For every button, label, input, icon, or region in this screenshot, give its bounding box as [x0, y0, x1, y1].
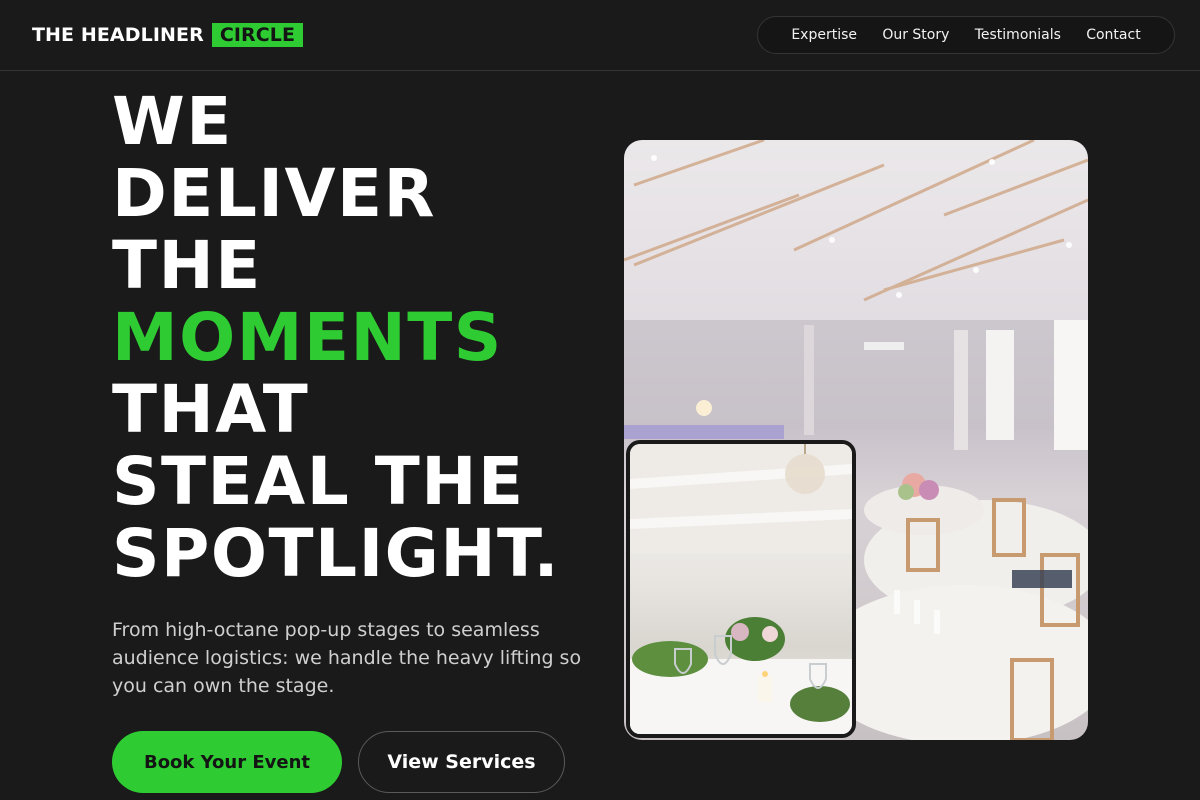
table-setting-photo [626, 440, 856, 738]
nav-link-expertise[interactable]: Expertise [791, 27, 857, 43]
brand-name: THE HEADLINER [32, 24, 204, 46]
brand-logo[interactable]: THE HEADLINER CIRCLE [32, 22, 304, 48]
headline-line: DELIVER [112, 155, 436, 232]
view-services-button[interactable]: View Services [358, 731, 565, 793]
nav-link-contact[interactable]: Contact [1086, 27, 1140, 43]
site-header: THE HEADLINER CIRCLE Expertise Our Story… [0, 0, 1200, 71]
headline-highlight: MOMENTS [112, 299, 503, 376]
book-event-button[interactable]: Book Your Event [112, 731, 342, 793]
headline-line: WE [112, 83, 233, 160]
headline-line: THE [112, 227, 262, 304]
brand-highlight: CIRCLE [211, 23, 304, 47]
landing-page: THE HEADLINER CIRCLE Expertise Our Story… [0, 0, 1200, 800]
nav-link-our-story[interactable]: Our Story [882, 27, 949, 43]
headline-line: SPOTLIGHT. [112, 515, 561, 592]
headline-line: THAT [112, 371, 310, 448]
nav-link-testimonials[interactable]: Testimonials [975, 27, 1061, 43]
main-nav: Expertise Our Story Testimonials Contact [757, 16, 1175, 54]
hero-subtext: From high-octane pop-up stages to seamle… [112, 619, 582, 697]
hero-headline: WE DELIVER THE MOMENTS THAT STEAL THE SP… [112, 86, 560, 590]
headline-line: STEAL THE [112, 443, 525, 520]
